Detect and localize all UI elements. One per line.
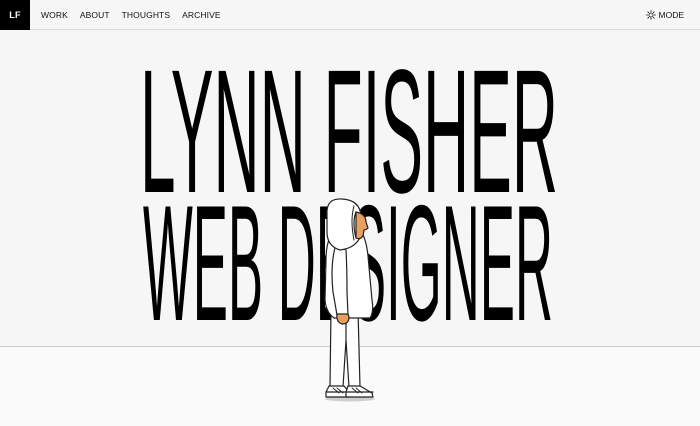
top-navigation-bar: LF WORK ABOUT THOUGHTS ARCHIVE MODE xyxy=(0,0,700,30)
sun-icon xyxy=(645,10,656,20)
logo-home-link[interactable]: LF xyxy=(0,0,30,30)
nav-link-about[interactable]: ABOUT xyxy=(80,10,110,20)
nav-link-archive[interactable]: ARCHIVE xyxy=(182,10,221,20)
hero: LYNN FISHER WEB DESIGNER xyxy=(140,34,558,402)
main-nav: WORK ABOUT THOUGHTS ARCHIVE xyxy=(41,0,233,30)
mode-label: MODE xyxy=(658,10,685,20)
nav-link-work[interactable]: WORK xyxy=(41,10,68,20)
mode-toggle-button[interactable]: MODE xyxy=(645,0,685,30)
nav-link-thoughts[interactable]: THOUGHTS xyxy=(122,10,171,20)
